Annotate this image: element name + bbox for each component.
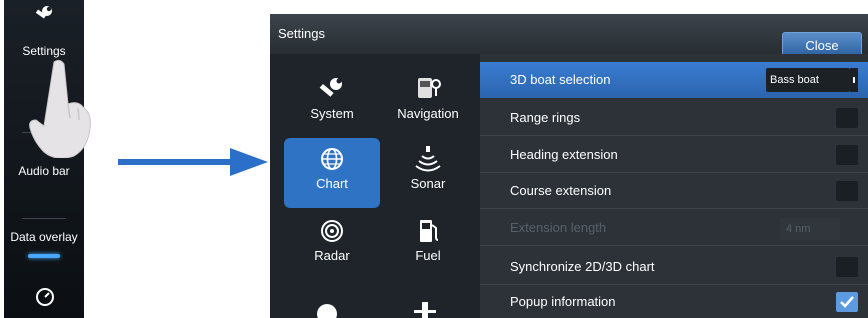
category-radar[interactable]: Radar	[284, 210, 380, 280]
option-3d-boat-selection[interactable]: 3D boat selection Bass boat	[480, 62, 868, 98]
checkmark-icon	[840, 296, 854, 308]
wrench-icon	[35, 6, 52, 19]
category-navigation[interactable]: Navigation	[380, 68, 476, 138]
boat-select-value: Bass boat	[770, 74, 819, 86]
side-menu: Settings Audio bar Data overlay	[4, 0, 84, 318]
option-range-rings[interactable]: Range rings	[480, 100, 868, 136]
row-divider	[480, 208, 868, 209]
data-overlay-toggle[interactable]	[28, 254, 60, 258]
range-rings-checkbox[interactable]	[836, 108, 858, 128]
boat-select[interactable]: Bass boat	[766, 68, 858, 92]
dialog-titlebar: Settings Close	[270, 14, 868, 58]
category-panel: System Navigation Chart Sonar Radar Fuel	[270, 54, 480, 318]
category-chart[interactable]: Chart	[284, 138, 380, 208]
dropdown-arrow[interactable]	[850, 68, 858, 92]
category-label: Navigation	[397, 106, 459, 121]
option-extension-length: Extension length 4 nm	[480, 210, 868, 246]
category-label: Sonar	[410, 176, 446, 191]
category-label: Fuel	[415, 248, 441, 263]
category-label: Radar	[314, 248, 350, 263]
extension-length-field: 4 nm	[780, 218, 840, 240]
category-label: Chart	[316, 176, 348, 191]
category-icon-partial	[317, 304, 337, 318]
arrow-icon	[118, 148, 268, 176]
option-popup-information[interactable]: Popup information	[480, 284, 868, 318]
option-label: Synchronize 2D/3D chart	[510, 259, 655, 274]
gauge-icon	[36, 288, 54, 306]
option-label: Extension length	[510, 220, 607, 235]
option-course-extension[interactable]: Course extension	[480, 173, 868, 209]
options-panel: 3D boat selection Bass boat Range rings …	[480, 54, 868, 318]
course-extension-checkbox[interactable]	[836, 181, 858, 201]
dialog-title: Settings	[278, 26, 325, 41]
settings-dialog: Settings Close System Navigation Chart S…	[270, 14, 868, 318]
option-label: Popup information	[510, 294, 616, 309]
menu-item-settings[interactable]: Settings	[4, 44, 84, 58]
popup-information-checkbox[interactable]	[836, 292, 858, 312]
wrench-icon	[319, 78, 342, 97]
row-divider	[480, 135, 868, 136]
menu-divider	[22, 218, 66, 219]
pointing-hand-icon	[29, 59, 91, 158]
menu-item-audio-bar[interactable]: Audio bar	[4, 164, 84, 178]
sonar-icon	[415, 146, 441, 172]
category-sonar[interactable]: Sonar	[380, 138, 476, 208]
category-fuel[interactable]: Fuel	[380, 210, 476, 280]
category-icon-partial	[414, 302, 436, 318]
option-label: Course extension	[510, 183, 612, 198]
category-system[interactable]: System	[284, 68, 380, 138]
option-label: Heading extension	[510, 147, 618, 162]
heading-extension-checkbox[interactable]	[836, 145, 858, 165]
option-synchronize-2d-3d-chart[interactable]: Synchronize 2D/3D chart	[480, 249, 868, 285]
menu-item-data-overlay[interactable]: Data overlay	[4, 230, 84, 244]
option-heading-extension[interactable]: Heading extension	[480, 137, 868, 173]
globe-icon	[321, 148, 343, 170]
option-label: 3D boat selection	[510, 72, 611, 87]
category-label: System	[310, 106, 354, 121]
option-label: Range rings	[510, 110, 581, 125]
radar-icon	[321, 220, 343, 242]
synchronize-checkbox[interactable]	[836, 257, 858, 277]
navigation-icon	[418, 78, 441, 98]
fuel-icon	[420, 220, 439, 242]
row-divider	[480, 245, 868, 246]
chevron-down-icon	[853, 77, 855, 83]
